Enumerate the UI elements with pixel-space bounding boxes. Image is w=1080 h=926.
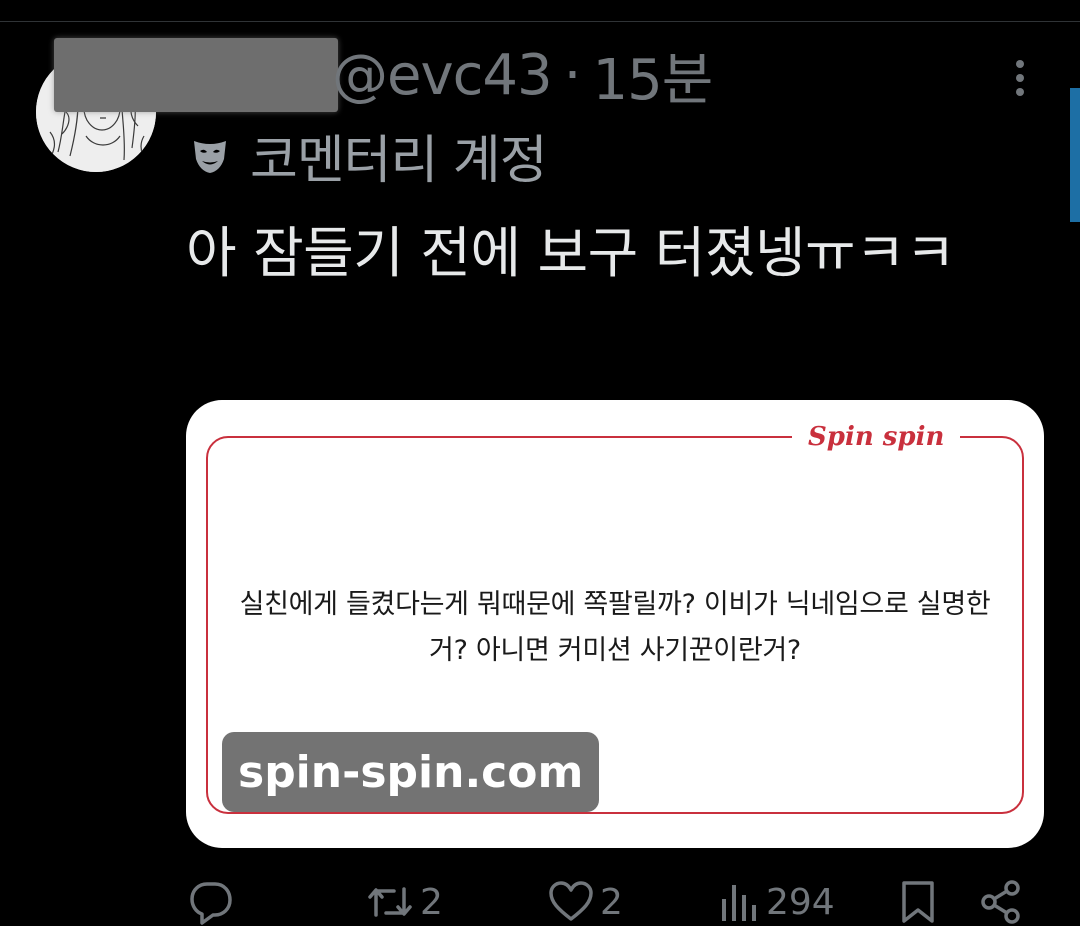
top-divider (0, 21, 1080, 22)
card-question: 실친에게 들켰다는게 뭐때문에 쪽팔릴까? 이비가 닉네임으로 실명한거? 아니… (239, 589, 991, 666)
more-vertical-icon[interactable] (1004, 56, 1036, 100)
like-count: 2 (600, 881, 623, 923)
tweet-text: 아 잠들기 전에 보구 터졌넹ㅠㅋㅋ (186, 221, 956, 285)
views-icon (722, 885, 756, 921)
account-label-row: 코멘터리 계정 (190, 122, 548, 191)
share-button[interactable] (978, 878, 1024, 926)
user-handle[interactable]: @evc43 (332, 43, 553, 108)
reply-icon (190, 882, 232, 925)
tweet-header: @evc43 · 15분 (332, 40, 713, 113)
account-label: 코멘터리 계정 (250, 130, 548, 191)
bookmark-icon (902, 881, 934, 923)
heart-icon (549, 881, 593, 921)
views-button[interactable]: 294 (716, 878, 835, 926)
tweet-screen: @evc43 · 15분 코멘터리 계정 아 잠들기 전에 보구 터졌넹ㅠㅋㅋ … (0, 0, 1080, 926)
share-icon (981, 880, 1020, 924)
reply-button[interactable] (188, 878, 240, 926)
display-name-redacted[interactable] (54, 38, 338, 112)
retweet-icon (368, 887, 412, 917)
bookmark-button[interactable] (898, 878, 938, 926)
like-button[interactable]: 2 (548, 878, 623, 926)
mask-icon (194, 141, 226, 173)
header-separator: · (563, 42, 582, 108)
scroll-indicator[interactable] (1070, 88, 1080, 222)
post-time[interactable]: 15분 (592, 35, 713, 116)
retweet-count: 2 (420, 881, 443, 923)
retweet-button[interactable]: 2 (366, 878, 443, 926)
action-bar: 2 2 294 (0, 872, 1080, 926)
brand-logo: Spin spin (792, 420, 961, 454)
link-card[interactable]: Spin spin 실친에게 들켰다는게 뭐때문에 쪽팔릴까? 이비가 닉네임으… (186, 400, 1044, 848)
card-domain-badge[interactable]: spin-spin.com (222, 732, 600, 812)
view-count: 294 (766, 881, 835, 923)
